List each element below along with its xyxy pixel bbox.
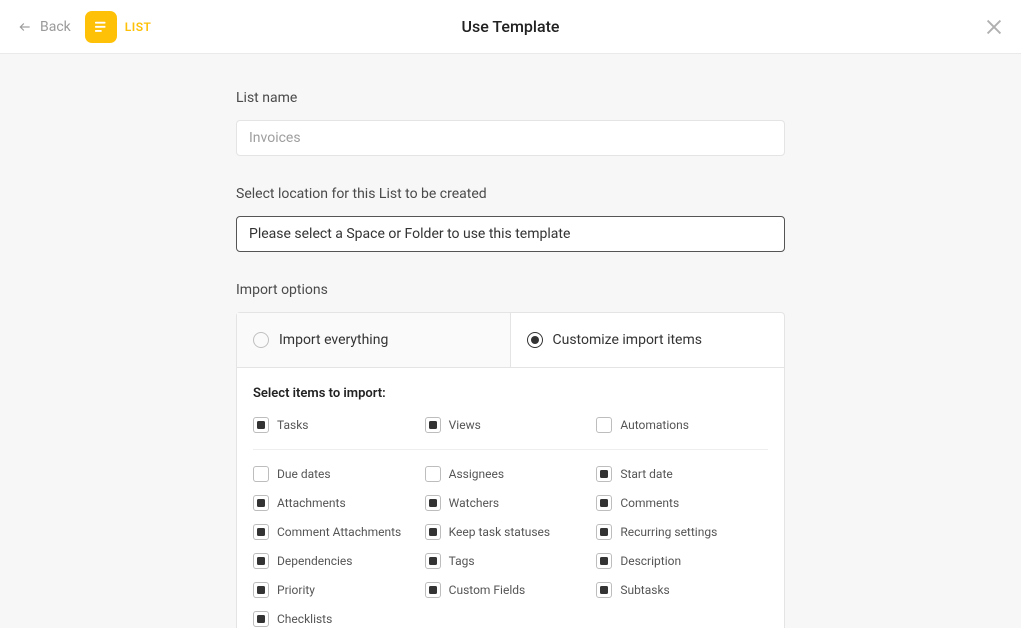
import-item[interactable]: Recurring settings bbox=[596, 524, 768, 540]
checkbox[interactable] bbox=[253, 466, 269, 482]
modal-header: Back LIST Use Template bbox=[0, 0, 1021, 54]
checkbox[interactable] bbox=[425, 553, 441, 569]
import-item-label: Due dates bbox=[277, 467, 331, 481]
checkbox[interactable] bbox=[425, 466, 441, 482]
import-item-label: Description bbox=[620, 554, 681, 568]
item-col: Tasks bbox=[253, 417, 425, 433]
customize-import-option[interactable]: Customize import items bbox=[511, 313, 785, 367]
list-badge: LIST bbox=[85, 11, 152, 43]
checkbox[interactable] bbox=[253, 611, 269, 627]
list-name-input[interactable] bbox=[236, 120, 785, 156]
top-items-row: Tasks Views Automations bbox=[253, 417, 768, 433]
import-items-panel: Select items to import: Tasks Views Automa… bbox=[236, 368, 785, 628]
import-item-label: Subtasks bbox=[620, 583, 669, 597]
customize-label: Customize import items bbox=[553, 332, 702, 348]
checkbox[interactable] bbox=[253, 524, 269, 540]
import-item[interactable]: Checklists bbox=[253, 611, 425, 627]
import-item-label: Recurring settings bbox=[620, 525, 717, 539]
location-select[interactable]: Please select a Space or Folder to use t… bbox=[236, 216, 785, 252]
import-item-label: Custom Fields bbox=[449, 583, 526, 597]
badge-text: LIST bbox=[125, 20, 152, 34]
checkbox[interactable] bbox=[596, 466, 612, 482]
import-item[interactable]: Subtasks bbox=[596, 582, 768, 598]
import-item-label: Comments bbox=[620, 496, 679, 510]
import-item-label: Watchers bbox=[449, 496, 499, 510]
back-button[interactable]: Back bbox=[16, 19, 71, 35]
item-col: Views bbox=[425, 417, 597, 433]
import-options-label: Import options bbox=[236, 282, 785, 298]
import-item-label: Keep task statuses bbox=[449, 525, 550, 539]
checkbox[interactable] bbox=[596, 553, 612, 569]
checkbox[interactable] bbox=[596, 582, 612, 598]
import-item-label: Views bbox=[449, 418, 481, 432]
import-item[interactable]: Due dates bbox=[253, 466, 425, 482]
radio-selected bbox=[527, 332, 543, 348]
import-item[interactable]: Keep task statuses bbox=[425, 524, 597, 540]
import-item[interactable]: Start date bbox=[596, 466, 768, 482]
import-everything-label: Import everything bbox=[279, 332, 388, 348]
import-item[interactable]: Dependencies bbox=[253, 553, 425, 569]
location-label: Select location for this List to be crea… bbox=[236, 186, 785, 202]
import-item[interactable]: Comments bbox=[596, 495, 768, 511]
import-item-label: Assignees bbox=[449, 467, 504, 481]
checkbox[interactable] bbox=[253, 553, 269, 569]
import-item-label: Tasks bbox=[277, 418, 309, 432]
import-item[interactable]: Tags bbox=[425, 553, 597, 569]
import-item[interactable]: Custom Fields bbox=[425, 582, 597, 598]
checkbox[interactable] bbox=[253, 417, 269, 433]
select-items-heading: Select items to import: bbox=[253, 386, 768, 401]
import-item[interactable]: Tasks bbox=[253, 417, 425, 433]
checkbox[interactable] bbox=[425, 582, 441, 598]
import-item[interactable]: Automations bbox=[596, 417, 768, 433]
checkbox[interactable] bbox=[596, 524, 612, 540]
grid-items: Due dates Assignees Start date Attachments W… bbox=[253, 449, 768, 627]
item-col: Automations bbox=[596, 417, 768, 433]
checkbox[interactable] bbox=[425, 495, 441, 511]
import-item[interactable]: Assignees bbox=[425, 466, 597, 482]
location-placeholder: Please select a Space or Folder to use t… bbox=[249, 226, 570, 242]
import-item-label: Priority bbox=[277, 583, 315, 597]
import-item-label: Checklists bbox=[277, 612, 332, 626]
checkbox[interactable] bbox=[253, 495, 269, 511]
import-everything-option[interactable]: Import everything bbox=[237, 313, 511, 367]
import-toggle: Import everything Customize import items bbox=[236, 312, 785, 368]
import-item[interactable]: Priority bbox=[253, 582, 425, 598]
import-item-label: Automations bbox=[620, 418, 689, 432]
checkbox[interactable] bbox=[253, 582, 269, 598]
scroll-area[interactable]: List name Select location for this List … bbox=[0, 54, 1021, 628]
import-item-label: Tags bbox=[449, 554, 475, 568]
import-item[interactable]: Watchers bbox=[425, 495, 597, 511]
import-item[interactable]: Description bbox=[596, 553, 768, 569]
import-item-label: Start date bbox=[620, 467, 672, 481]
radio-unselected bbox=[253, 332, 269, 348]
list-icon bbox=[85, 11, 117, 43]
modal-title: Use Template bbox=[462, 17, 560, 36]
import-item[interactable]: Comment Attachments bbox=[253, 524, 425, 540]
close-icon[interactable] bbox=[983, 16, 1005, 38]
import-item[interactable]: Attachments bbox=[253, 495, 425, 511]
import-item[interactable]: Views bbox=[425, 417, 597, 433]
import-item-label: Attachments bbox=[277, 496, 346, 510]
import-item-label: Dependencies bbox=[277, 554, 352, 568]
import-item-label: Comment Attachments bbox=[277, 525, 401, 539]
arrow-left-icon bbox=[16, 20, 34, 34]
checkbox[interactable] bbox=[596, 495, 612, 511]
checkbox[interactable] bbox=[425, 524, 441, 540]
back-label: Back bbox=[40, 19, 71, 35]
checkbox[interactable] bbox=[596, 417, 612, 433]
form-content: List name Select location for this List … bbox=[236, 54, 785, 628]
list-name-label: List name bbox=[236, 90, 785, 106]
checkbox[interactable] bbox=[425, 417, 441, 433]
